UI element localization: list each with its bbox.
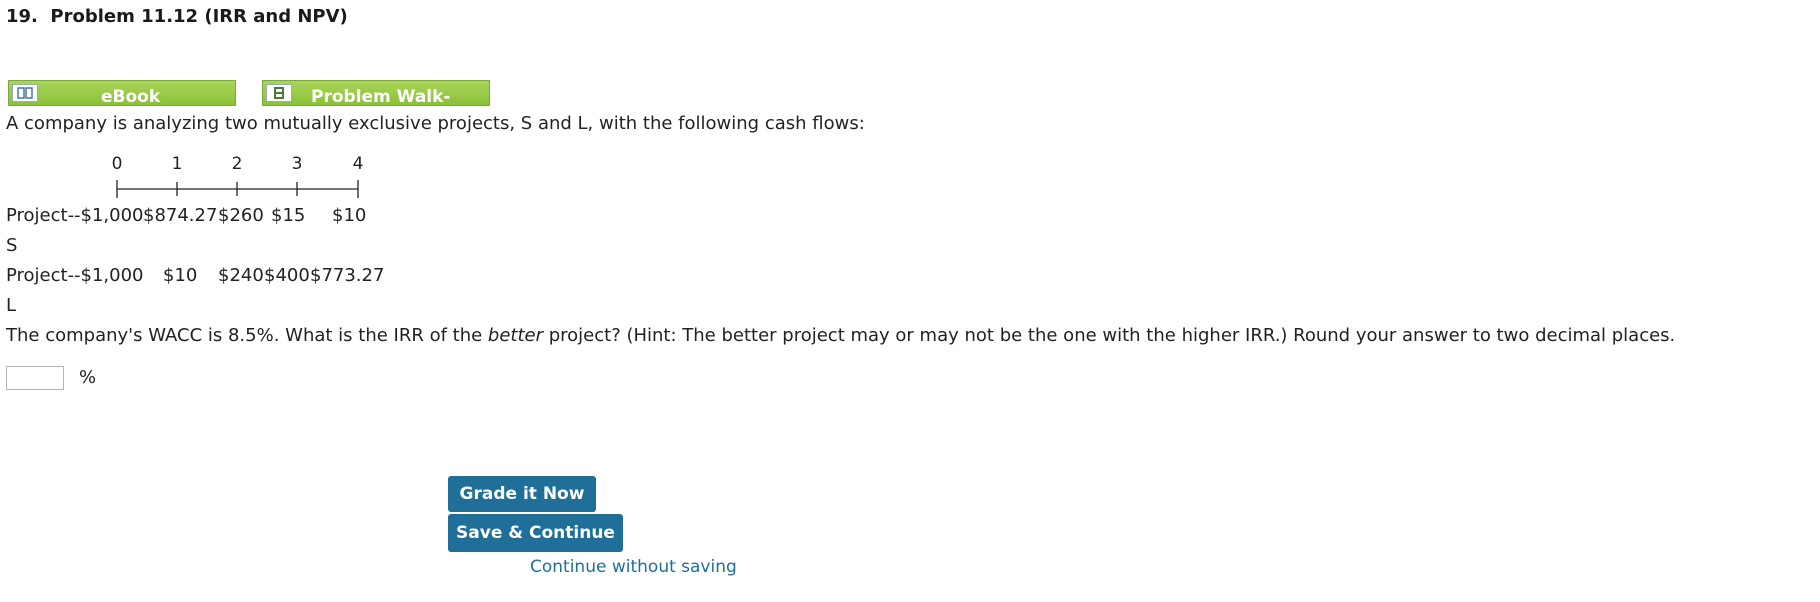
timeline-period: 4	[352, 154, 364, 174]
timeline-period: 2	[231, 154, 243, 174]
grade-it-now-button[interactable]: Grade it Now	[448, 476, 596, 512]
project-s-cf-3: $15	[271, 205, 306, 226]
project-l-label: Project-	[6, 265, 75, 286]
walkthrough-label: Problem Walk-	[311, 87, 451, 106]
prompt-text-2: project? (Hint: The better project may o…	[543, 325, 1676, 346]
timeline-period: 3	[291, 154, 303, 174]
project-s-label-line2: S	[6, 235, 18, 256]
book-icon	[12, 84, 38, 102]
project-l-label-line2: L	[6, 295, 17, 316]
prompt-emphasis: better	[487, 325, 543, 346]
problem-walkthrough-button[interactable]: Problem Walk-	[262, 80, 490, 106]
project-l-cf-1: $10	[163, 265, 198, 286]
ebook-button[interactable]: eBook	[8, 80, 236, 106]
project-s-cf-0: -$1,000	[74, 205, 144, 226]
problem-title: 19. Problem 11.12 (IRR and NPV)	[6, 6, 348, 27]
timeline-axis	[116, 180, 359, 198]
question-intro: A company is analyzing two mutually excl…	[6, 113, 865, 134]
project-l-cf-0: -$1,000	[74, 265, 144, 286]
continue-without-saving-link[interactable]: Continue without saving	[530, 557, 737, 577]
project-s-label: Project-	[6, 205, 75, 226]
prompt-text-1: The company's WACC is 8.5%. What is the …	[6, 325, 488, 346]
question-prompt: The company's WACC is 8.5%. What is the …	[6, 325, 1675, 346]
timeline-period: 1	[171, 154, 183, 174]
project-l-cf-4: $773.27	[310, 265, 385, 286]
ebook-label: eBook	[101, 87, 161, 106]
save-and-continue-button[interactable]: Save & Continue	[448, 514, 623, 552]
answer-input[interactable]	[6, 366, 64, 390]
project-s-cf-1: $874.27	[143, 205, 218, 226]
project-s-cf-4: $10	[332, 205, 367, 226]
timeline-period: 0	[111, 154, 123, 174]
film-icon	[266, 84, 292, 102]
project-s-cf-2: $260	[218, 205, 264, 226]
answer-unit: %	[79, 367, 97, 388]
project-l-cf-3: $400	[264, 265, 310, 286]
project-l-cf-2: $240	[218, 265, 264, 286]
